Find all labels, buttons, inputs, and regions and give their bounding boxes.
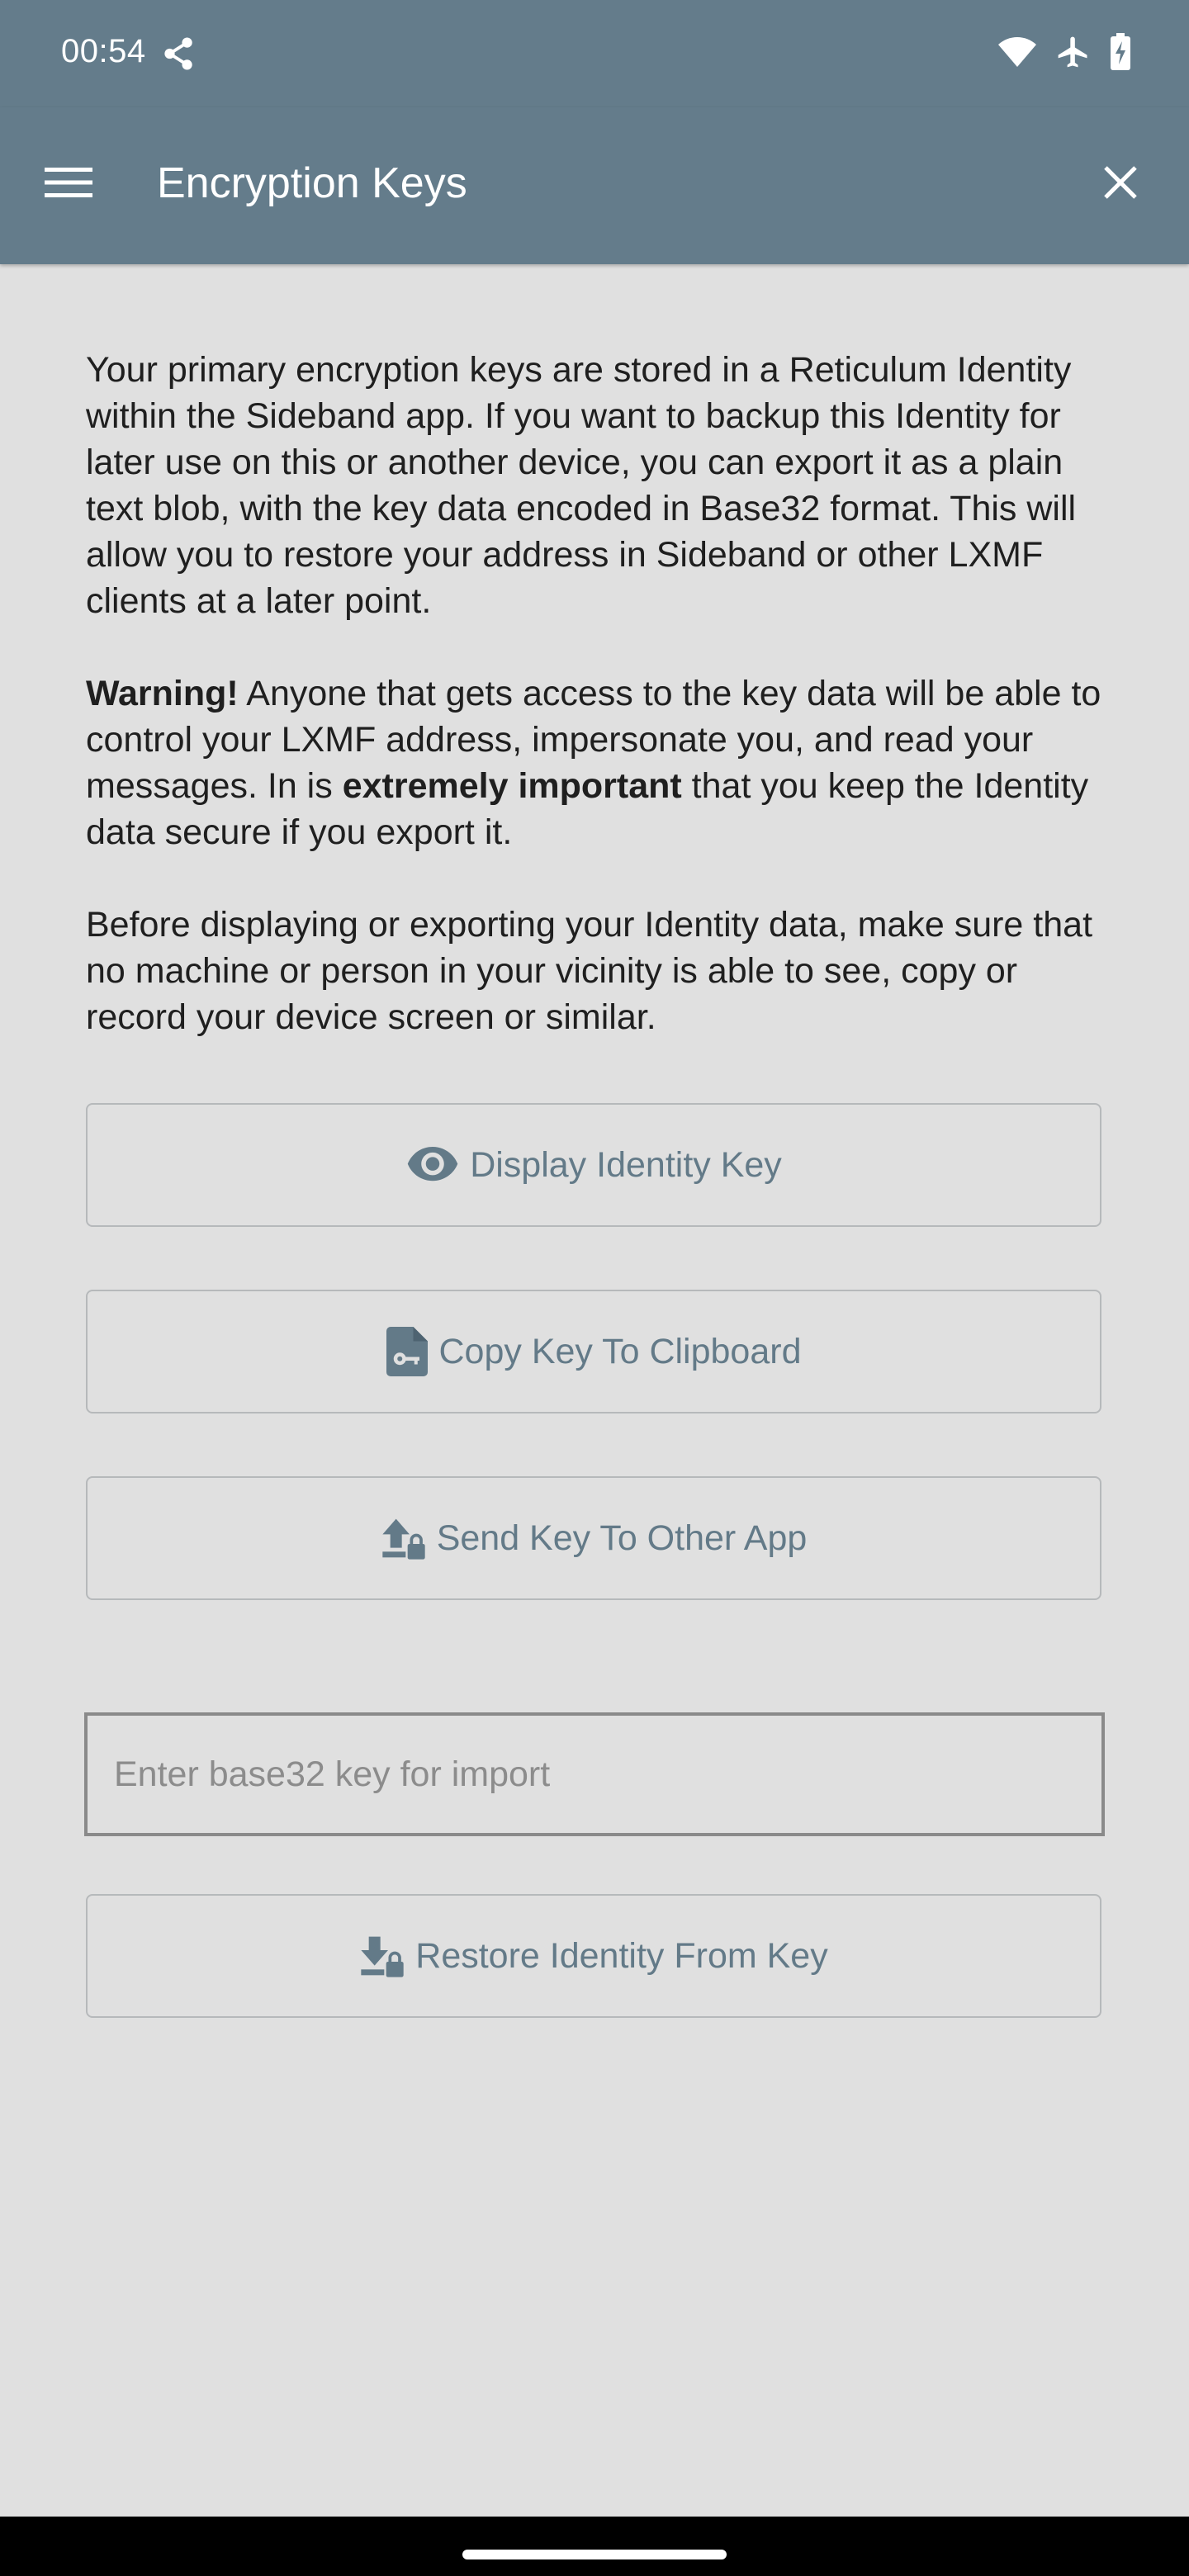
info-text: Your primary encryption keys are stored … bbox=[86, 347, 1110, 1087]
send-key-to-other-app-button[interactable]: Send Key To Other App bbox=[86, 1476, 1101, 1600]
page-title: Encryption Keys bbox=[157, 159, 467, 207]
download-lock-icon bbox=[359, 1933, 405, 1979]
home-gesture-handle[interactable] bbox=[462, 2550, 727, 2559]
airplane-icon bbox=[1055, 34, 1092, 74]
restore-identity-from-key-button[interactable]: Restore Identity From Key bbox=[86, 1894, 1101, 2018]
status-bar: 00:54 bbox=[0, 0, 1189, 107]
display-identity-key-label: Display Identity Key bbox=[470, 1144, 782, 1185]
menu-button[interactable] bbox=[33, 149, 104, 220]
base32-key-input[interactable] bbox=[84, 1712, 1105, 1836]
hamburger-menu-icon bbox=[45, 166, 92, 203]
battery-icon bbox=[1110, 32, 1131, 75]
restore-identity-from-key-label: Restore Identity From Key bbox=[415, 1935, 828, 1976]
app-bar: Encryption Keys bbox=[0, 107, 1189, 264]
system-navigation-bar bbox=[0, 2517, 1189, 2576]
status-time: 00:54 bbox=[61, 33, 146, 69]
close-icon bbox=[1102, 164, 1139, 205]
copy-key-to-clipboard-button[interactable]: Copy Key To Clipboard bbox=[86, 1290, 1101, 1413]
caution-paragraph: Before displaying or exporting your Iden… bbox=[86, 905, 1093, 1037]
warning-paragraph: Warning! Anyone that gets access to the … bbox=[86, 670, 1110, 855]
warning-label: Warning! bbox=[86, 674, 239, 713]
eye-icon bbox=[405, 1145, 460, 1185]
close-button[interactable] bbox=[1085, 149, 1156, 220]
warning-emphasis: extremely important bbox=[342, 766, 682, 806]
file-key-icon bbox=[386, 1327, 429, 1376]
send-key-to-other-app-label: Send Key To Other App bbox=[436, 1518, 808, 1558]
share-network-icon bbox=[160, 35, 198, 73]
upload-lock-icon bbox=[381, 1515, 427, 1561]
wifi-icon bbox=[997, 36, 1037, 73]
display-identity-key-button[interactable]: Display Identity Key bbox=[86, 1103, 1101, 1227]
copy-key-to-clipboard-label: Copy Key To Clipboard bbox=[438, 1331, 802, 1371]
status-icons bbox=[997, 32, 1131, 75]
intro-paragraph: Your primary encryption keys are stored … bbox=[86, 350, 1077, 621]
